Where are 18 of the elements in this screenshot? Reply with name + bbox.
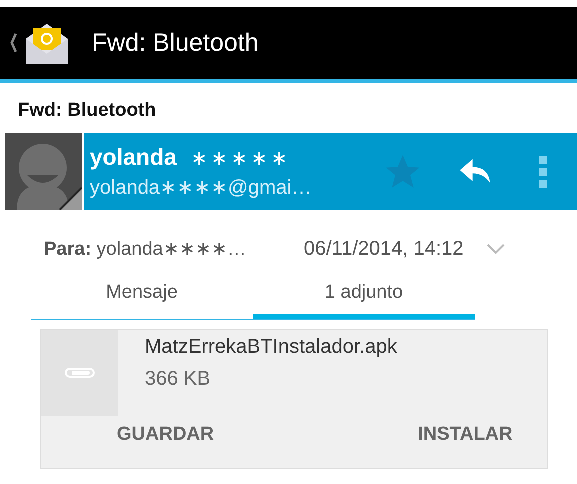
attachment-action-button[interactable]: GUARDAR: [79, 424, 252, 446]
sender-email: yolanda∗∗∗∗@gmai…: [90, 176, 313, 200]
attachment-name: MatzErrekaBTInstalador.apk: [145, 336, 398, 359]
sender-name-mask: ∗∗∗∗∗: [190, 148, 291, 170]
tab[interactable]: 1 adjunto: [253, 282, 475, 319]
expand-chevron-icon[interactable]: [486, 243, 506, 255]
paperclip-icon: [64, 367, 96, 379]
attachment-action-button[interactable]: INSTALAR: [380, 424, 551, 446]
overflow-menu-icon[interactable]: [539, 156, 547, 188]
back-chevron-icon[interactable]: [10, 33, 18, 53]
sender-name: yolanda: [90, 144, 177, 170]
tab[interactable]: Mensaje: [31, 282, 253, 319]
recipient-text: Para: yolanda∗∗∗∗…: [44, 238, 248, 261]
avatar-icon: [5, 133, 82, 210]
attachment-size: 366 KB: [145, 368, 212, 391]
window-title: Fwd: Bluetooth: [92, 28, 259, 58]
date-text: 06/11/2014, 14:12: [304, 238, 464, 260]
email-subject: Fwd: Bluetooth: [17, 99, 158, 123]
